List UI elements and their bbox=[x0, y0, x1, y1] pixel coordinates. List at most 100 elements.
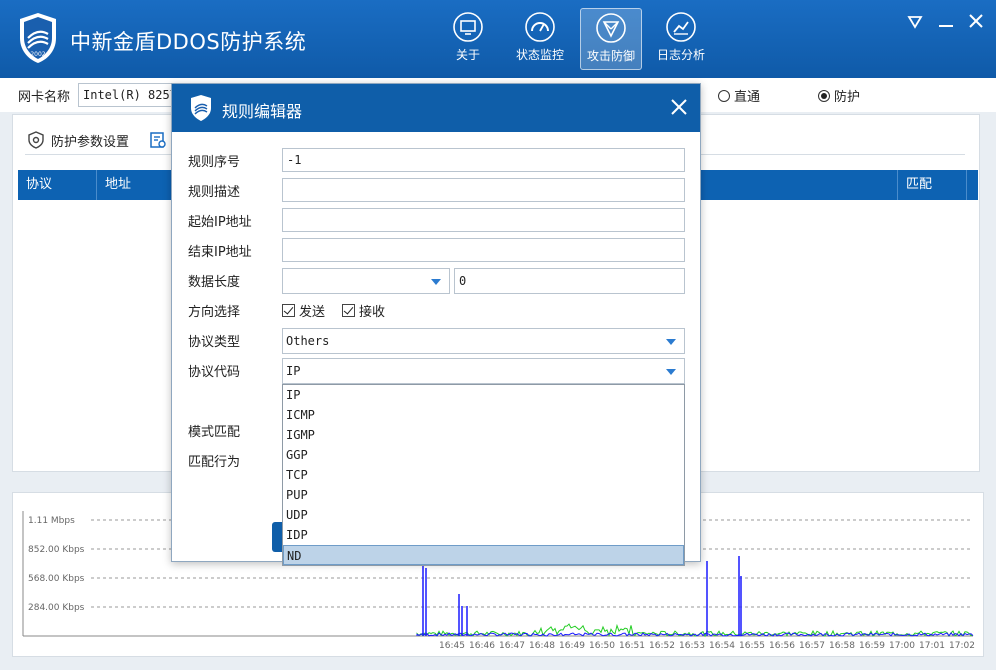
x-tick-label: 16:49 bbox=[559, 641, 585, 651]
pattern-match-label: 模式匹配 bbox=[188, 425, 241, 440]
checkbox-checked-icon bbox=[342, 304, 355, 317]
gauge-icon bbox=[525, 12, 555, 42]
protocol-code-option-igmp[interactable]: IGMP bbox=[283, 425, 684, 445]
protocol-code-option-nd[interactable]: ND bbox=[283, 545, 684, 565]
protocol-code-option-ggp[interactable]: GGP bbox=[283, 445, 684, 465]
data-length-label: 数据长度 bbox=[188, 275, 241, 290]
nav-log-analysis-label: 日志分析 bbox=[656, 48, 705, 62]
nav-status-monitor-label: 状态监控 bbox=[515, 48, 564, 62]
data-length-input[interactable]: 0 bbox=[454, 268, 685, 294]
column-header-protocol[interactable]: 协议 bbox=[18, 170, 97, 200]
x-tick-label: 16:51 bbox=[619, 641, 645, 651]
protocol-code-option-idp[interactable]: IDP bbox=[283, 525, 684, 545]
x-tick-label: 16:45 bbox=[439, 641, 465, 651]
mode-protect-label: 防护 bbox=[834, 90, 861, 105]
shield-logo-icon: 2002 bbox=[20, 13, 56, 63]
shield-icon bbox=[596, 13, 626, 43]
rule-editor-dialog: 规则编辑器 规则序号 -1 规则描述 起始IP地址 结束IP地址 数据长度 0 … bbox=[171, 83, 701, 566]
close-icon[interactable] bbox=[965, 10, 987, 32]
checkbox-checked-icon bbox=[282, 304, 295, 317]
mode-passthrough-radio[interactable]: 直通 bbox=[718, 86, 760, 105]
x-tick-label: 16:55 bbox=[739, 641, 765, 651]
rules-icon bbox=[150, 132, 166, 148]
shield-gear-icon bbox=[28, 131, 44, 149]
start-ip-input[interactable] bbox=[282, 208, 685, 232]
protocol-code-dropdown-list: IP ICMP IGMP GGP TCP PUP UDP IDP ND bbox=[282, 384, 685, 566]
radio-circle bbox=[718, 89, 730, 102]
protocol-code-option-tcp[interactable]: TCP bbox=[283, 465, 684, 485]
x-tick-label: 16:50 bbox=[589, 641, 615, 651]
nic-label: 网卡名称 bbox=[18, 90, 71, 105]
direction-recv-label: 接收 bbox=[359, 305, 386, 320]
x-tick-label: 16:59 bbox=[859, 641, 885, 651]
rule-no-input[interactable]: -1 bbox=[282, 148, 685, 172]
mode-passthrough-label: 直通 bbox=[734, 90, 761, 105]
end-ip-input[interactable] bbox=[282, 238, 685, 262]
nav-about-label: 关于 bbox=[455, 48, 480, 62]
tab-protection-params-label: 防护参数设置 bbox=[51, 134, 130, 150]
protocol-code-option-udp[interactable]: UDP bbox=[283, 505, 684, 525]
nav-log-analysis[interactable]: 日志分析 bbox=[650, 8, 712, 70]
chart-icon bbox=[666, 12, 696, 42]
protocol-code-value: IP bbox=[286, 364, 301, 378]
x-tick-label: 17:00 bbox=[889, 641, 915, 651]
rule-desc-label: 规则描述 bbox=[188, 185, 241, 200]
y-tick-label: 1.11 Mbps bbox=[28, 516, 75, 526]
x-tick-label: 16:46 bbox=[469, 641, 495, 651]
close-icon[interactable] bbox=[670, 98, 688, 116]
nav-attack-defense-label: 攻击防御 bbox=[586, 49, 635, 63]
tab-protection-params[interactable]: 防护参数设置 bbox=[27, 127, 129, 153]
nav-about[interactable]: 关于 bbox=[437, 8, 499, 70]
protocol-code-label: 协议代码 bbox=[188, 365, 241, 380]
protocol-code-option-ip[interactable]: IP bbox=[283, 385, 684, 405]
protocol-code-option-pup[interactable]: PUP bbox=[283, 485, 684, 505]
x-tick-label: 16:57 bbox=[799, 641, 825, 651]
protocol-type-value: Others bbox=[286, 334, 330, 348]
rule-no-label: 规则序号 bbox=[188, 155, 241, 170]
monitor-icon bbox=[453, 12, 483, 42]
app-title: 中新金盾DDOS防护系统 bbox=[70, 30, 307, 54]
x-tick-label: 17:02 bbox=[949, 641, 975, 651]
direction-label: 方向选择 bbox=[188, 305, 241, 320]
svg-text:2002: 2002 bbox=[30, 51, 45, 58]
protocol-type-select[interactable]: Others bbox=[282, 328, 685, 354]
nav-attack-defense[interactable]: 攻击防御 bbox=[580, 8, 642, 70]
tab-rules[interactable] bbox=[149, 127, 173, 153]
direction-recv-checkbox[interactable]: 接收 bbox=[342, 301, 385, 320]
y-tick-label: 284.00 Kbps bbox=[28, 603, 85, 613]
x-tick-label: 16:54 bbox=[709, 641, 735, 651]
direction-send-label: 发送 bbox=[299, 305, 326, 320]
x-tick-label: 17:01 bbox=[919, 641, 945, 651]
chevron-down-icon bbox=[431, 279, 441, 285]
y-tick-label: 568.00 Kbps bbox=[28, 574, 85, 584]
dialog-title: 规则编辑器 bbox=[222, 102, 303, 121]
protocol-code-option-icmp[interactable]: ICMP bbox=[283, 405, 684, 425]
end-ip-label: 结束IP地址 bbox=[188, 245, 252, 260]
match-action-label: 匹配行为 bbox=[188, 455, 241, 470]
x-tick-label: 16:47 bbox=[499, 641, 525, 651]
protocol-code-select[interactable]: IP bbox=[282, 358, 685, 384]
minimize-icon[interactable] bbox=[935, 10, 957, 32]
column-header-address[interactable]: 地址 bbox=[97, 170, 177, 200]
column-header-match[interactable]: 匹配 bbox=[897, 170, 967, 200]
x-tick-label: 16:58 bbox=[829, 641, 855, 651]
rule-desc-input[interactable] bbox=[282, 178, 685, 202]
protocol-type-label: 协议类型 bbox=[188, 335, 241, 350]
shield-logo-icon bbox=[191, 95, 211, 121]
start-ip-label: 起始IP地址 bbox=[188, 215, 252, 230]
x-tick-label: 16:56 bbox=[769, 641, 795, 651]
minimize-dropdown-icon[interactable] bbox=[904, 10, 926, 32]
direction-send-checkbox[interactable]: 发送 bbox=[282, 301, 325, 320]
radio-circle-selected bbox=[818, 89, 830, 102]
app-header: 2002 中新金盾DDOS防护系统 关于 状态监控 攻击防御 日志分析 bbox=[0, 0, 996, 78]
chevron-down-icon bbox=[666, 339, 676, 345]
data-length-operator-select[interactable] bbox=[282, 268, 450, 294]
x-tick-label: 16:53 bbox=[679, 641, 705, 651]
x-tick-label: 16:52 bbox=[649, 641, 675, 651]
nav-status-monitor[interactable]: 状态监控 bbox=[509, 8, 571, 70]
chevron-down-icon bbox=[666, 369, 676, 375]
dialog-header: 规则编辑器 bbox=[172, 84, 700, 132]
mode-protect-radio[interactable]: 防护 bbox=[818, 86, 860, 105]
x-tick-label: 16:48 bbox=[529, 641, 555, 651]
y-tick-label: 852.00 Kbps bbox=[28, 545, 85, 555]
